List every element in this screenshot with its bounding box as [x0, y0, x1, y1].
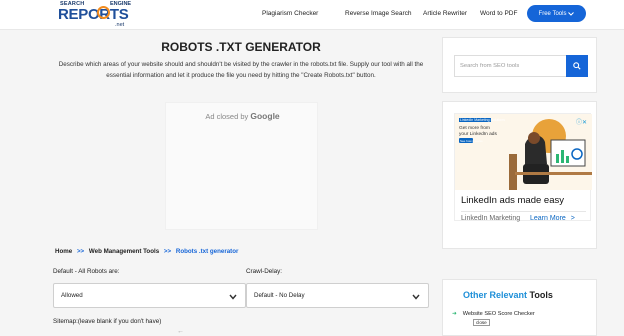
logo-line-net: .net — [115, 22, 125, 28]
free-tools-button[interactable]: Free Tools — [527, 5, 586, 22]
ad-cta-label: Learn More — [530, 215, 566, 222]
default-robots-label: Default - All Robots are: — [53, 268, 120, 275]
nav-article-rewriter[interactable]: Article Rewriter — [423, 10, 467, 17]
chevron-down-icon — [229, 294, 237, 300]
sidebar-search-panel: Search from SEO tools — [442, 37, 597, 93]
sitemap-label: Sitemap:(leave blank if you don't have) — [53, 318, 162, 325]
breadcrumb-home[interactable]: Home — [55, 248, 72, 255]
page-title: ROBOTS .TXT GENERATOR — [161, 40, 321, 54]
nav-plagiarism-checker[interactable]: Plagiarism Checker — [262, 10, 318, 17]
search-placeholder: Search from SEO tools — [460, 63, 520, 69]
chevron-right-icon: > — [570, 215, 575, 222]
page-description: Describe which areas of your website sho… — [58, 61, 424, 79]
free-tools-label: Free Tools — [538, 10, 567, 17]
ad-brand: LinkedIn Marketing Solutions — [460, 118, 505, 122]
crawl-delay-select[interactable]: Default - No Delay — [246, 283, 429, 308]
crawl-delay-label: Crawl-Delay: — [246, 268, 283, 275]
nav-reverse-image-search[interactable]: Reverse Image Search — [345, 10, 411, 17]
breadcrumb-separator: >> — [163, 248, 172, 255]
ad-headline[interactable]: LinkedIn ads made easy — [461, 195, 564, 206]
breadcrumb: Home >> Web Management Tools >> Robots .… — [55, 248, 238, 255]
linkedin-ad[interactable]: LinkedIn Marketing Solutions Get more fr… — [454, 113, 592, 222]
default-robots-select[interactable]: Allowed — [53, 283, 246, 308]
ad-closed-prefix: Ad closed by — [205, 112, 249, 121]
globe-icon — [97, 6, 110, 19]
default-robots-value: Allowed — [61, 292, 83, 299]
breadcrumb-separator: >> — [76, 248, 85, 255]
adchoices-icon[interactable]: ⓘ✕ — [576, 117, 587, 126]
ad-learn-more[interactable]: Learn More > — [530, 215, 575, 222]
main-content: ROBOTS .TXT GENERATOR Describe which are… — [40, 30, 442, 336]
ad-closed-text: Ad closed by Google — [166, 111, 319, 121]
breadcrumb-current[interactable]: Robots .txt generator — [176, 248, 239, 255]
ad-divider — [461, 211, 586, 212]
nav-word-to-pdf[interactable]: Word to PDF — [480, 10, 517, 17]
logo-line-reports: REPORTS — [58, 6, 129, 23]
breadcrumb-web-management[interactable]: Web Management Tools — [89, 248, 159, 255]
top-navbar: SEARCH ENGINE REPORTS .net Plagiarism Ch… — [0, 0, 624, 30]
chevron-down-icon — [568, 11, 575, 16]
ad-small-cta[interactable]: See how it works — [460, 139, 483, 143]
tool-label: Website SEO Score Checker — [462, 311, 535, 317]
search-input[interactable]: Search from SEO tools — [454, 55, 566, 77]
other-tools-title-a: Other Relevant — [463, 290, 528, 300]
site-logo[interactable]: SEARCH ENGINE REPORTS .net — [58, 0, 138, 30]
tooltip: close — [473, 319, 490, 326]
ad-slot: Ad closed by Google — [165, 102, 318, 230]
other-tools-panel: Other Relevant Tools ➜ Website SEO Score … — [442, 279, 597, 336]
chevron-down-icon — [412, 294, 420, 300]
list-item[interactable]: ➜ Website SEO Score Checker — [452, 311, 535, 317]
other-tools-title: Other Relevant Tools — [463, 290, 553, 300]
arrow-right-icon: ➜ — [452, 311, 457, 317]
ad-sponsor: LinkedIn Marketing — [461, 215, 521, 222]
arrow-left-icon: ← — [177, 328, 184, 335]
google-wordmark: Google — [250, 111, 280, 121]
crawl-delay-value: Default - No Delay — [254, 292, 305, 299]
search-button[interactable] — [566, 55, 588, 77]
sidebar-ad-panel: LinkedIn Marketing Solutions Get more fr… — [442, 101, 597, 249]
search-icon — [573, 62, 581, 70]
other-tools-title-b: Tools — [529, 290, 553, 300]
ad-headline-small: Get more from your LinkedIn ads — [459, 126, 497, 137]
